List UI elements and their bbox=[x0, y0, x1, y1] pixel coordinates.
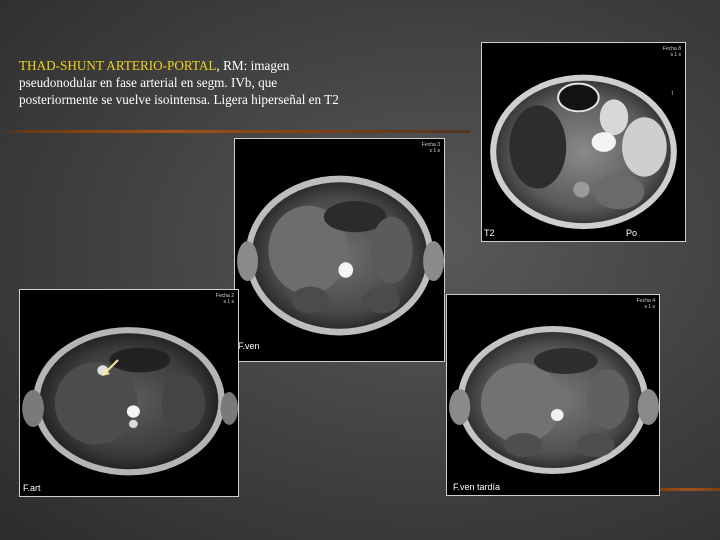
panel-label-fart: F.art bbox=[23, 483, 41, 493]
mri-image-fven-tardia bbox=[449, 326, 659, 474]
panel-label-fven: F.ven bbox=[238, 341, 260, 351]
panel-info-fven-tardia: Fecha 4s 1 s bbox=[636, 298, 655, 310]
panel-info-fven: Fecha 3s 1 s bbox=[421, 142, 440, 154]
lesion-arrow-icon bbox=[102, 359, 119, 376]
mri-panel-fart: Fecha 2s 1 s F.art bbox=[19, 289, 239, 497]
decorative-rule-bottom bbox=[654, 488, 720, 491]
mri-image-fven bbox=[237, 175, 444, 336]
mri-image-t2 bbox=[490, 74, 677, 230]
caption-highlight: THAD-SHUNT ARTERIO-PORTAL bbox=[19, 58, 217, 73]
panel-info-t2: Fecha 8s 1 s bbox=[662, 46, 681, 58]
decorative-rule-top bbox=[0, 130, 470, 133]
panel-info-fart: Fecha 2s 1 s bbox=[215, 293, 234, 305]
slide-caption: THAD-SHUNT ARTERIO-PORTAL, RM: imagen ps… bbox=[19, 57, 339, 108]
mri-image-fart bbox=[22, 327, 238, 476]
panel-label-po: Po bbox=[626, 228, 638, 238]
mri-panel-fven-tardia: Fecha 4s 1 s F.ven tardía bbox=[446, 294, 660, 496]
panel-label-fven-tardia: F.ven tardía bbox=[453, 482, 501, 492]
mri-panel-fven: Fecha 3s 1 s F.ven bbox=[234, 138, 445, 362]
side-tag-t2: I bbox=[671, 91, 673, 97]
mri-panel-t2: Fecha 8s 1 s I T2 Po bbox=[481, 42, 686, 242]
panel-label-t2: T2 bbox=[484, 228, 495, 238]
